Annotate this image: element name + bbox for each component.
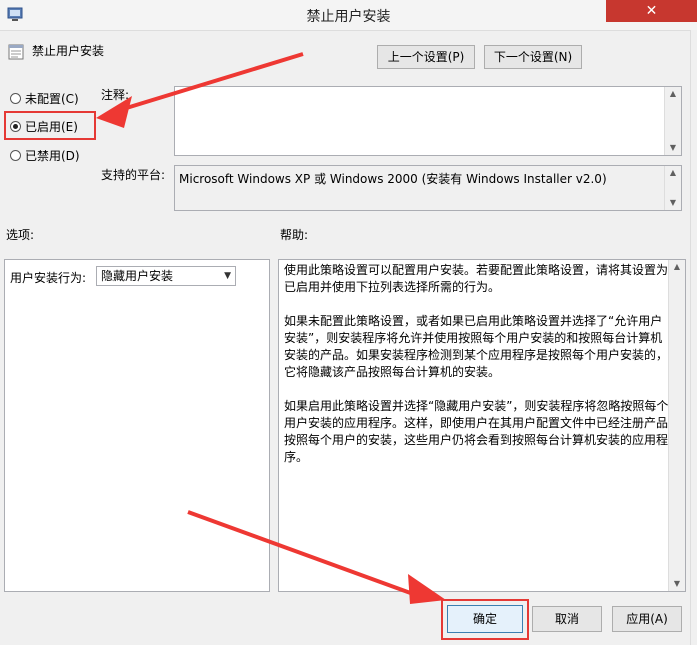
scroll-up-icon[interactable]: ▲: [665, 87, 681, 101]
help-scrollbar[interactable]: ▲ ▼: [668, 260, 685, 591]
help-paragraph: 如果未配置此策略设置，或者如果已启用此策略设置并选择了“允许用户安装”，则安装程…: [284, 314, 669, 379]
radio-circle: [10, 150, 21, 161]
platform-label: 支持的平台:: [101, 168, 166, 182]
radio-not-configured[interactable]: 未配置(C): [10, 90, 79, 107]
next-setting-button[interactable]: 下一个设置(N): [484, 45, 582, 69]
policy-setting-icon: [8, 44, 24, 60]
close-icon: ✕: [645, 3, 658, 19]
help-label: 帮助:: [280, 228, 309, 242]
platform-field: Microsoft Windows XP 或 Windows 2000 (安装有…: [174, 165, 682, 211]
options-label: 选项:: [6, 228, 35, 242]
scroll-up-icon[interactable]: ▲: [665, 166, 681, 180]
radio-circle: [10, 93, 21, 104]
apply-button[interactable]: 应用(A): [612, 606, 682, 632]
scroll-up-icon[interactable]: ▲: [669, 260, 685, 274]
help-text: 使用此策略设置可以配置用户安装。若要配置此策略设置，请将其设置为已启用并使用下拉…: [284, 262, 670, 483]
cancel-button[interactable]: 取消: [532, 606, 602, 632]
comment-field[interactable]: ▲ ▼: [174, 86, 682, 156]
window-edge: [690, 30, 697, 645]
install-behavior-value: 隐藏用户安装: [101, 269, 174, 283]
arrowhead-enabled-icon: [96, 96, 132, 128]
scroll-down-icon[interactable]: ▼: [665, 141, 681, 155]
radio-disabled[interactable]: 已禁用(D): [10, 147, 80, 164]
radio-label: 未配置(C): [25, 92, 79, 106]
chevron-down-icon: ▼: [224, 271, 231, 281]
platform-value: Microsoft Windows XP 或 Windows 2000 (安装有…: [179, 172, 607, 186]
highlight-box-ok: [441, 599, 529, 640]
install-behavior-dropdown[interactable]: 隐藏用户安装 ▼: [96, 266, 236, 286]
policy-name: 禁止用户安装: [32, 44, 105, 58]
help-paragraph: 如果启用此策略设置并选择“隐藏用户安装”，则安装程序将忽略按照每个用户安装的应用…: [284, 399, 669, 464]
help-paragraph: 使用此策略设置可以配置用户安装。若要配置此策略设置，请将其设置为已启用并使用下拉…: [284, 263, 669, 294]
arrowhead-ok-icon: [408, 574, 446, 604]
comment-scrollbar[interactable]: ▲ ▼: [664, 87, 681, 155]
platform-scrollbar[interactable]: ▲ ▼: [664, 166, 681, 210]
options-pane: [4, 259, 270, 592]
radio-label: 已禁用(D): [25, 149, 80, 163]
highlight-box-enabled: [4, 111, 96, 140]
scroll-down-icon[interactable]: ▼: [669, 577, 685, 591]
install-behavior-label: 用户安装行为:: [10, 271, 87, 285]
window-title: 禁止用户安装: [306, 9, 391, 25]
close-button[interactable]: ✕: [606, 0, 697, 22]
prev-setting-button[interactable]: 上一个设置(P): [377, 45, 475, 69]
scroll-down-icon[interactable]: ▼: [665, 196, 681, 210]
